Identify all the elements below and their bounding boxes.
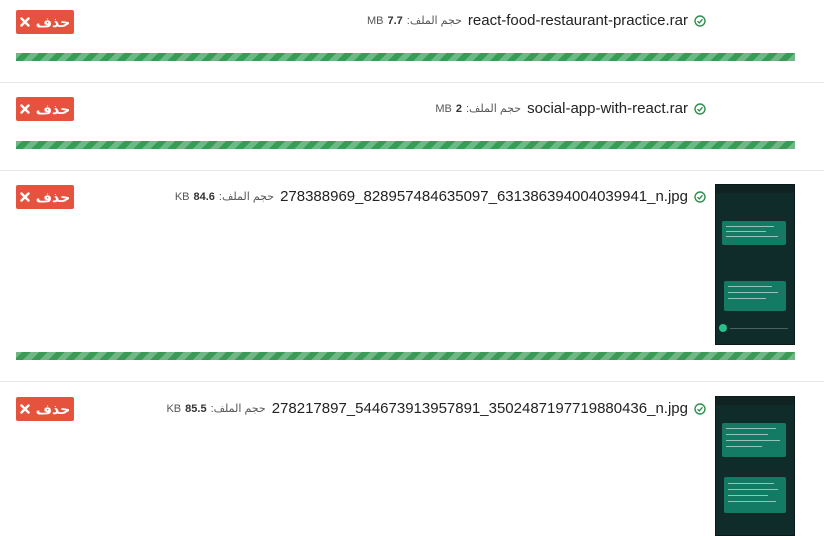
- file-name: react-food-restaurant-practice.rar: [467, 12, 688, 29]
- file-size: حجم الملف: 85.5 KB: [166, 402, 266, 416]
- upload-progress-bar: [16, 141, 795, 149]
- image-thumbnail: [715, 396, 795, 536]
- file-info: social-app-with-react.rar حجم الملف: 2 M…: [435, 100, 706, 117]
- file-name: social-app-with-react.rar: [527, 100, 688, 117]
- file-size-value: 84.6: [193, 190, 215, 203]
- delete-label: حذف: [35, 400, 71, 417]
- check-circle-icon: [694, 102, 706, 115]
- file-size-label: حجم الملف:: [465, 103, 522, 115]
- delete-label: حذف: [35, 100, 71, 117]
- file-info: react-food-restaurant-practice.rar حجم ا…: [367, 12, 706, 29]
- file-size-value: 2: [455, 102, 462, 115]
- file-name: 278217897_544673913957891_35024871977198…: [271, 400, 688, 417]
- delete-label: حذف: [35, 188, 71, 205]
- close-icon: [20, 17, 30, 27]
- file-size-unit: KB: [166, 402, 182, 415]
- file-size-value: 7.7: [387, 14, 403, 27]
- check-circle-icon: [694, 14, 706, 27]
- row-divider: [0, 82, 824, 83]
- file-info: 278217897_544673913957891_35024871977198…: [166, 400, 706, 417]
- file-size-value: 85.5: [185, 402, 207, 415]
- row-divider: [0, 170, 824, 171]
- file-size: حجم الملف: 2 MB: [435, 102, 522, 116]
- file-size-unit: KB: [174, 190, 190, 203]
- file-size-unit: MB: [366, 14, 384, 27]
- file-size-unit: MB: [435, 102, 452, 115]
- delete-button[interactable]: حذف: [16, 10, 74, 34]
- delete-button[interactable]: حذف: [16, 97, 74, 121]
- close-icon: [20, 192, 30, 202]
- file-name: 278388969_828957484635097_63138639400403…: [280, 188, 688, 205]
- file-size-label: حجم الملف:: [210, 403, 266, 415]
- delete-button[interactable]: حذف: [16, 185, 74, 209]
- file-info: 278388969_828957484635097_63138639400403…: [175, 188, 706, 205]
- file-size: حجم الملف: 7.7 MB: [366, 14, 462, 28]
- check-circle-icon: [694, 402, 706, 415]
- delete-button[interactable]: حذف: [16, 397, 74, 421]
- row-divider: [0, 381, 824, 382]
- close-icon: [20, 104, 30, 114]
- close-icon: [20, 404, 30, 414]
- file-size-label: حجم الملف:: [218, 191, 275, 203]
- file-size-label: حجم الملف:: [406, 15, 462, 27]
- upload-progress-bar: [16, 53, 795, 61]
- delete-label: حذف: [35, 13, 71, 30]
- check-circle-icon: [694, 190, 706, 203]
- upload-progress-bar: [16, 352, 795, 360]
- file-size: حجم الملف: 84.6 KB: [174, 190, 275, 204]
- image-thumbnail: [715, 184, 795, 345]
